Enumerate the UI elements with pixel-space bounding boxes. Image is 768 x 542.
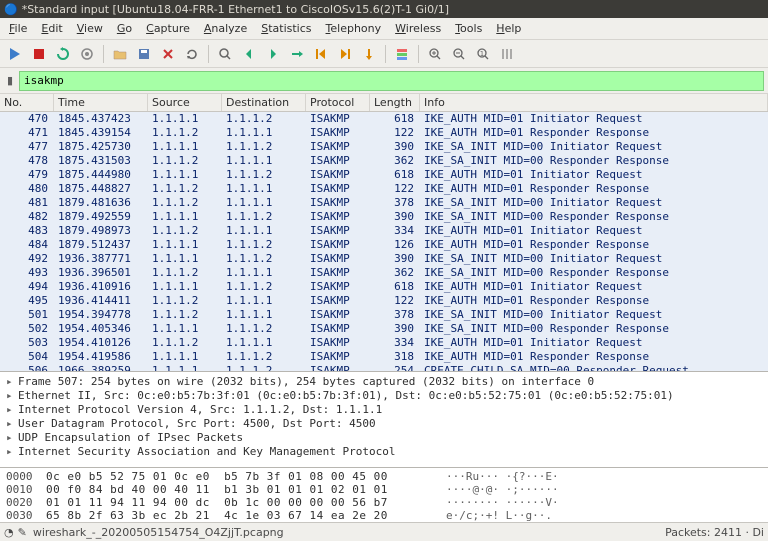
save-file-button[interactable] [133,43,155,65]
column-header-source[interactable]: Source [148,94,222,111]
go-next-button[interactable] [262,43,284,65]
menu-capture[interactable]: Capture [139,20,197,37]
packet-list-header: No.TimeSourceDestinationProtocolLengthIn… [0,94,768,112]
status-file-label: wireshark_-_20200505154754_O4ZjjT.pcapng [33,526,284,539]
packet-row[interactable]: 4931936.3965011.1.1.21.1.1.1ISAKMP362IKE… [0,266,768,280]
go-last-button[interactable] [334,43,356,65]
menu-go[interactable]: Go [110,20,139,37]
detail-tree-item[interactable]: ▸Ethernet II, Src: 0c:e0:b5:7b:3f:01 (0c… [6,388,762,402]
packet-row[interactable]: 4771875.4257301.1.1.11.1.1.2ISAKMP390IKE… [0,140,768,154]
packet-list-pane[interactable]: No.TimeSourceDestinationProtocolLengthIn… [0,94,768,372]
packet-row[interactable]: 4781875.4315031.1.1.21.1.1.1ISAKMP362IKE… [0,154,768,168]
detail-tree-item[interactable]: ▸Internet Protocol Version 4, Src: 1.1.1… [6,402,762,416]
colorize-button[interactable] [391,43,413,65]
packet-row[interactable]: 5041954.4195861.1.1.11.1.1.2ISAKMP318IKE… [0,350,768,364]
column-header-protocol[interactable]: Protocol [306,94,370,111]
packet-row[interactable]: 4841879.5124371.1.1.11.1.1.2ISAKMP126IKE… [0,238,768,252]
menu-analyze[interactable]: Analyze [197,20,254,37]
toolbar-separator [208,45,209,63]
status-packets-label: Packets: 2411 · Di [665,526,764,539]
menu-help[interactable]: Help [489,20,528,37]
hex-row[interactable]: 001000 f0 84 bd 40 00 40 11 b1 3b 01 01 … [6,483,762,496]
start-capture-button[interactable] [4,43,26,65]
menu-view[interactable]: View [70,20,110,37]
menu-statistics[interactable]: Statistics [254,20,318,37]
app-icon: 🔵 [4,3,18,16]
expand-icon[interactable]: ▸ [6,375,16,388]
packet-row[interactable]: 4941936.4109161.1.1.11.1.1.2ISAKMP618IKE… [0,280,768,294]
reload-button[interactable] [181,43,203,65]
packet-row[interactable]: 4801875.4488271.1.1.21.1.1.1ISAKMP122IKE… [0,182,768,196]
expand-icon[interactable]: ▸ [6,417,16,430]
find-packet-button[interactable] [214,43,236,65]
expand-icon[interactable]: ▸ [6,403,16,416]
main-toolbar: 1 [0,40,768,68]
expert-info-icon[interactable]: ◔ [4,526,14,539]
zoom-out-button[interactable] [448,43,470,65]
menu-edit[interactable]: Edit [34,20,69,37]
expand-icon[interactable]: ▸ [6,389,16,402]
window-title: *Standard input [Ubuntu18.04-FRR-1 Ether… [22,3,449,16]
packet-row[interactable]: 4921936.3877711.1.1.11.1.1.2ISAKMP390IKE… [0,252,768,266]
detail-tree-item[interactable]: ▸UDP Encapsulation of IPsec Packets [6,430,762,444]
toolbar-separator [418,45,419,63]
hex-row[interactable]: 002001 01 11 94 11 94 00 dc 0b 1c 00 00 … [6,496,762,509]
packet-row[interactable]: 4711845.4391541.1.1.21.1.1.1ISAKMP122IKE… [0,126,768,140]
status-bar: ◔ ✎ wireshark_-_20200505154754_O4ZjjT.pc… [0,522,768,541]
display-filter-input[interactable] [19,71,764,91]
packet-row[interactable]: 4811879.4816361.1.1.21.1.1.1ISAKMP378IKE… [0,196,768,210]
packet-row[interactable]: 4791875.4449801.1.1.11.1.1.2ISAKMP618IKE… [0,168,768,182]
menu-file[interactable]: File [2,20,34,37]
column-header-destination[interactable]: Destination [222,94,306,111]
auto-scroll-button[interactable] [358,43,380,65]
zoom-reset-button[interactable]: 1 [472,43,494,65]
packet-row[interactable]: 4821879.4925591.1.1.11.1.1.2ISAKMP390IKE… [0,210,768,224]
menubar: FileEditViewGoCaptureAnalyzeStatisticsTe… [0,18,768,40]
toolbar-separator [385,45,386,63]
menu-telephony[interactable]: Telephony [319,20,389,37]
filter-bookmark-icon[interactable]: ▮ [4,71,16,91]
packet-details-pane[interactable]: ▸Frame 507: 254 bytes on wire (2032 bits… [0,372,768,468]
menu-tools[interactable]: Tools [448,20,489,37]
menu-wireless[interactable]: Wireless [388,20,448,37]
edit-icon[interactable]: ✎ [18,526,27,539]
window-titlebar: 🔵 *Standard input [Ubuntu18.04-FRR-1 Eth… [0,0,768,18]
expand-icon[interactable]: ▸ [6,431,16,444]
expand-icon[interactable]: ▸ [6,445,16,458]
resize-columns-button[interactable] [496,43,518,65]
restart-capture-button[interactable] [52,43,74,65]
open-file-button[interactable] [109,43,131,65]
go-to-packet-button[interactable] [286,43,308,65]
close-file-button[interactable] [157,43,179,65]
packet-row[interactable]: 5021954.4053461.1.1.11.1.1.2ISAKMP390IKE… [0,322,768,336]
packet-row[interactable]: 5061966.3892591.1.1.11.1.1.2ISAKMP254CRE… [0,364,768,372]
go-previous-button[interactable] [238,43,260,65]
column-header-length[interactable]: Length [370,94,420,111]
detail-tree-item[interactable]: ▸User Datagram Protocol, Src Port: 4500,… [6,416,762,430]
hex-row[interactable]: 003065 8b 2f 63 3b ec 2b 21 4c 1e 03 67 … [6,509,762,522]
column-header-time[interactable]: Time [54,94,148,111]
packet-row[interactable]: 4701845.4374231.1.1.11.1.1.2ISAKMP618IKE… [0,112,768,126]
hex-row[interactable]: 00000c e0 b5 52 75 01 0c e0 b5 7b 3f 01 … [6,470,762,483]
toolbar-separator [103,45,104,63]
capture-options-button[interactable] [76,43,98,65]
column-header-no[interactable]: No. [0,94,54,111]
detail-tree-item[interactable]: ▸Internet Security Association and Key M… [6,444,762,458]
packet-row[interactable]: 5011954.3947781.1.1.21.1.1.1ISAKMP378IKE… [0,308,768,322]
zoom-in-button[interactable] [424,43,446,65]
svg-text:1: 1 [480,50,484,58]
packet-row[interactable]: 4831879.4989731.1.1.21.1.1.1ISAKMP334IKE… [0,224,768,238]
go-first-button[interactable] [310,43,332,65]
display-filter-bar: ▮ [0,68,768,94]
column-header-info[interactable]: Info [420,94,768,111]
packet-row[interactable]: 5031954.4101261.1.1.21.1.1.1ISAKMP334IKE… [0,336,768,350]
detail-tree-item[interactable]: ▸Frame 507: 254 bytes on wire (2032 bits… [6,374,762,388]
stop-capture-button[interactable] [28,43,50,65]
packet-row[interactable]: 4951936.4144111.1.1.21.1.1.1ISAKMP122IKE… [0,294,768,308]
